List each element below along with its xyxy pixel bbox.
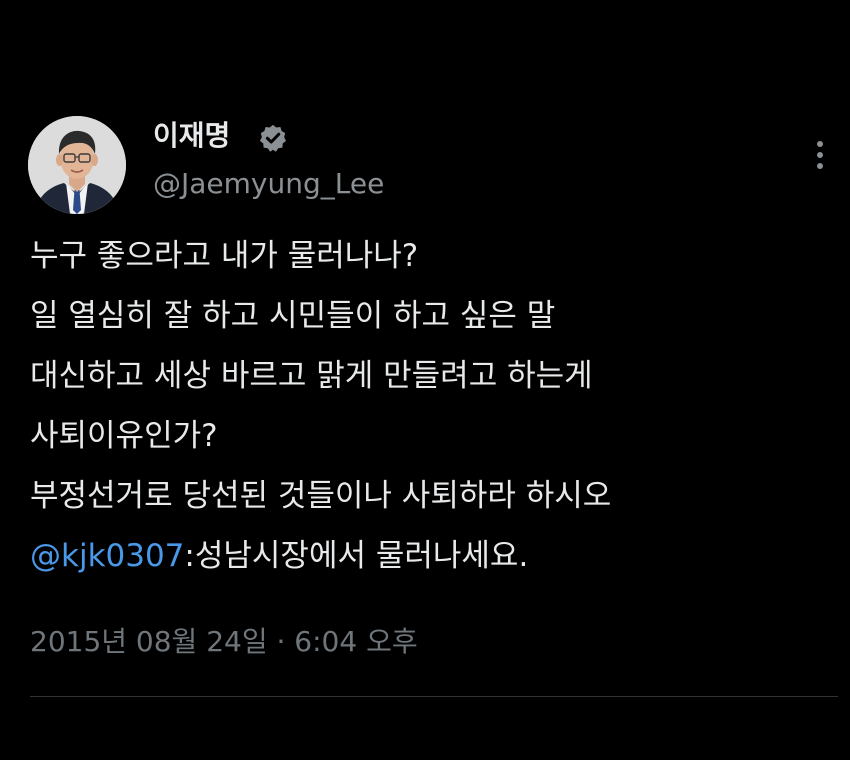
reply-text: :성남시장에서 물러나세요. (184, 538, 529, 574)
tweet-card: 이재명 @Jaemyung_Lee 누구 좋으라고 내가 물러나나? 일 열심히… (0, 0, 850, 760)
tweet-line: 대신하고 세상 바르고 맑게 만들려고 하는게 (30, 358, 593, 394)
tweet-line: 부정선거로 당선된 것들이나 사퇴하라 하시오 (30, 478, 612, 514)
more-vertical-icon[interactable] (806, 136, 834, 176)
tweet-line: 누구 좋으라고 내가 물러나나? (30, 238, 419, 274)
avatar-image (28, 116, 126, 214)
divider (30, 696, 838, 697)
tweet-reply-line: @kjk0307:성남시장에서 물러나세요. (30, 526, 820, 586)
tweet-line: 일 열심히 잘 하고 시민들이 하고 싶은 말 (30, 298, 556, 334)
mention-link[interactable]: @kjk0307 (30, 538, 184, 574)
author-handle[interactable]: @Jaemyung_Lee (153, 166, 384, 202)
tweet-line: 사퇴이유인가? (30, 418, 218, 454)
tweet-timestamp[interactable]: 2015년 08월 24일 · 6:04 오후 (30, 622, 418, 662)
verified-badge-icon (260, 124, 286, 152)
avatar[interactable] (28, 116, 126, 214)
author-display-name[interactable]: 이재명 (153, 118, 230, 154)
tweet-text: 누구 좋으라고 내가 물러나나? 일 열심히 잘 하고 시민들이 하고 싶은 말… (30, 226, 820, 586)
